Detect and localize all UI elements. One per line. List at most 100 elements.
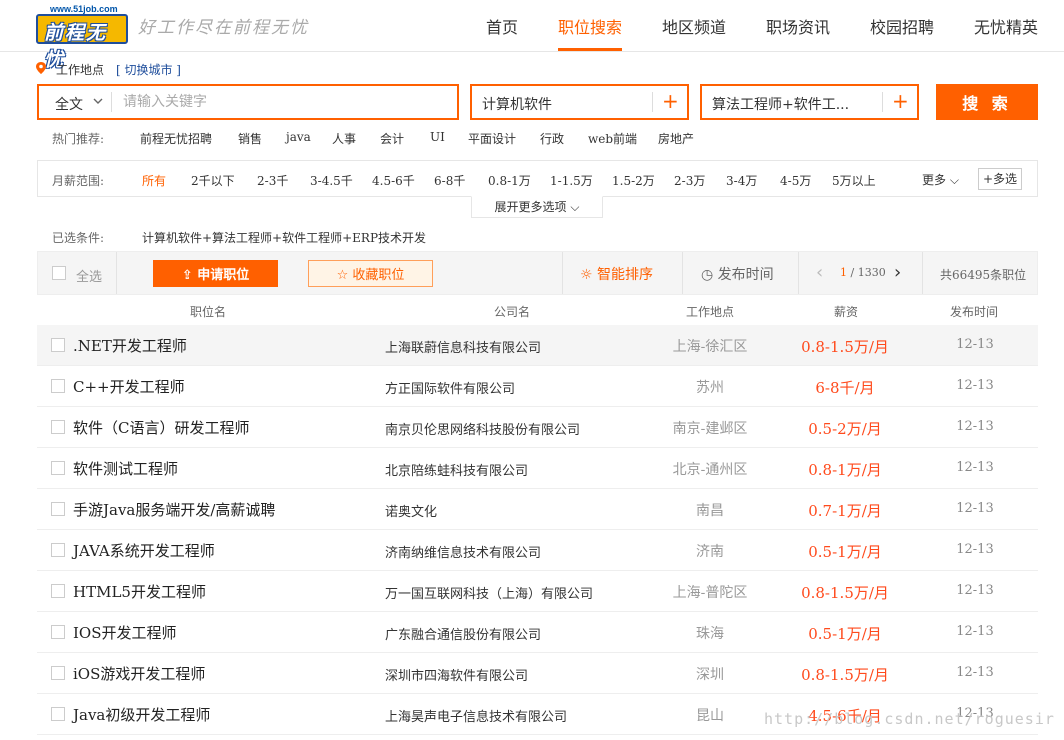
company-link[interactable]: 济南纳维信息技术有限公司 bbox=[385, 542, 541, 561]
job-row[interactable]: iOS游戏开发工程师 深圳市四海软件有限公司 深圳 0.8-1.5万/月 12-… bbox=[37, 653, 1038, 694]
prev-page-icon[interactable]: ‹ bbox=[816, 262, 823, 283]
salary-option[interactable]: 3-4万 bbox=[726, 172, 757, 189]
job-row[interactable]: IOS开发工程师 广东融合通信股份有限公司 珠海 0.5-1万/月 12-13 bbox=[37, 612, 1038, 653]
hot-item[interactable]: 平面设计 bbox=[468, 130, 516, 147]
job-row[interactable]: HTML5开发工程师 万一国互联网科技（上海）有限公司 上海-普陀区 0.8-1… bbox=[37, 571, 1038, 612]
job-row[interactable]: 手游Java服务端开发/高薪诚聘 诺奥文化 南昌 0.7-1万/月 12-13 bbox=[37, 489, 1038, 530]
logo-url-text: www.51job.com bbox=[50, 4, 118, 14]
hot-item[interactable]: 会计 bbox=[380, 130, 404, 147]
hot-item[interactable]: 人事 bbox=[332, 130, 356, 147]
company-link[interactable]: 方正国际软件有限公司 bbox=[385, 378, 515, 397]
row-checkbox[interactable] bbox=[51, 543, 65, 557]
company-link[interactable]: 诺奥文化 bbox=[385, 501, 437, 520]
add-function-plus-icon[interactable]: + bbox=[892, 89, 909, 113]
job-title-link[interactable]: iOS游戏开发工程师 bbox=[73, 663, 205, 684]
row-checkbox[interactable] bbox=[51, 379, 65, 393]
company-link[interactable]: 上海昊声电子信息技术有限公司 bbox=[385, 706, 567, 725]
salary-option[interactable]: 4-5万 bbox=[780, 172, 811, 189]
salary-option[interactable]: 2-3千 bbox=[257, 172, 288, 189]
job-row[interactable]: JAVA系统开发工程师 济南纳维信息技术有限公司 济南 0.5-1万/月 12-… bbox=[37, 530, 1038, 571]
industry-select-box[interactable]: 计算机软件 + bbox=[470, 84, 689, 120]
apply-job-button[interactable]: ⇪ 申请职位 bbox=[153, 260, 278, 287]
add-industry-plus-icon[interactable]: + bbox=[662, 89, 679, 113]
hot-item[interactable]: UI bbox=[430, 130, 445, 144]
row-checkbox[interactable] bbox=[51, 502, 65, 516]
logo-badge: 前程无忧 bbox=[36, 14, 128, 71]
nav-campus[interactable]: 校园招聘 bbox=[870, 14, 934, 38]
select-all-label[interactable]: 全选 bbox=[76, 266, 102, 285]
hot-item[interactable]: 房地产 bbox=[658, 130, 694, 147]
divider bbox=[652, 92, 653, 112]
switch-city-link[interactable]: [ 切换城市 ] bbox=[116, 61, 181, 78]
nav-region[interactable]: 地区频道 bbox=[662, 14, 726, 38]
smart-sort-button[interactable]: ☼ 智能排序 bbox=[580, 264, 653, 284]
job-title-link[interactable]: C++开发工程师 bbox=[73, 376, 185, 397]
salary-option[interactable]: 1-1.5万 bbox=[550, 172, 593, 189]
hot-item[interactable]: 前程无忧招聘 bbox=[140, 130, 212, 147]
row-checkbox[interactable] bbox=[51, 584, 65, 598]
row-checkbox[interactable] bbox=[51, 420, 65, 434]
job-title-link[interactable]: HTML5开发工程师 bbox=[73, 581, 206, 602]
job-row[interactable]: 软件测试工程师 北京陪练蛙科技有限公司 北京-通州区 0.8-1万/月 12-1… bbox=[37, 448, 1038, 489]
job-salary: 6-8千/月 bbox=[815, 379, 875, 397]
company-link[interactable]: 深圳市四海软件有限公司 bbox=[385, 665, 528, 684]
salary-option[interactable]: 3-4.5千 bbox=[310, 172, 353, 189]
job-title-link[interactable]: 软件（C语言）研发工程师 bbox=[73, 417, 249, 438]
job-row[interactable]: C++开发工程师 方正国际软件有限公司 苏州 6-8千/月 12-13 bbox=[37, 366, 1038, 407]
row-checkbox[interactable] bbox=[51, 338, 65, 352]
job-title-link[interactable]: 手游Java服务端开发/高薪诚聘 bbox=[73, 499, 275, 520]
salary-option[interactable]: 4.5-6千 bbox=[372, 172, 415, 189]
salary-option[interactable]: 0.8-1万 bbox=[488, 172, 531, 189]
nav-home[interactable]: 首页 bbox=[486, 14, 518, 38]
nav-career-news[interactable]: 职场资讯 bbox=[766, 14, 830, 38]
hot-item[interactable]: 行政 bbox=[540, 130, 564, 147]
hot-item[interactable]: java bbox=[286, 130, 311, 144]
salary-option[interactable]: 2-3万 bbox=[674, 172, 705, 189]
chevron-down-icon[interactable] bbox=[93, 96, 103, 106]
search-scope-select[interactable]: 全文 bbox=[55, 94, 83, 114]
company-link[interactable]: 万一国互联网科技（上海）有限公司 bbox=[385, 583, 593, 602]
next-page-icon[interactable]: › bbox=[894, 262, 901, 283]
expand-more-options[interactable]: 展开更多选项 ⌵ bbox=[471, 196, 603, 218]
salary-option[interactable]: 5万以上 bbox=[832, 172, 876, 189]
company-link[interactable]: 广东融合通信股份有限公司 bbox=[385, 624, 541, 643]
salary-more-button[interactable]: 更多 ⌵ bbox=[922, 171, 959, 188]
multi-select-button[interactable]: +多选 bbox=[978, 168, 1022, 190]
job-title-link[interactable]: IOS开发工程师 bbox=[73, 622, 177, 643]
job-salary: 0.8-1.5万/月 bbox=[801, 338, 889, 356]
keyword-input[interactable] bbox=[123, 92, 443, 112]
hot-item[interactable]: web前端 bbox=[588, 130, 637, 147]
row-checkbox[interactable] bbox=[51, 625, 65, 639]
site-header: www.51job.com 前程无忧 好工作尽在前程无忧 首页 职位搜索 地区频… bbox=[0, 0, 1064, 71]
job-location: 南京-建邺区 bbox=[672, 421, 748, 437]
job-location: 南昌 bbox=[696, 503, 724, 519]
select-all-checkbox[interactable] bbox=[52, 266, 66, 280]
job-title-link[interactable]: Java初级开发工程师 bbox=[73, 704, 210, 725]
favorite-job-button[interactable]: ☆ 收藏职位 bbox=[308, 260, 433, 287]
salary-option[interactable]: 所有 bbox=[142, 172, 166, 189]
apply-label: 申请职位 bbox=[197, 268, 250, 283]
row-checkbox[interactable] bbox=[51, 461, 65, 475]
job-row[interactable]: 软件（C语言）研发工程师 南京贝伦思网络科技股份有限公司 南京-建邺区 0.5-… bbox=[37, 407, 1038, 448]
salary-option[interactable]: 1.5-2万 bbox=[612, 172, 655, 189]
search-button[interactable]: 搜 索 bbox=[936, 84, 1038, 120]
function-select-box[interactable]: 算法工程师+软件工... + bbox=[700, 84, 919, 120]
row-checkbox[interactable] bbox=[51, 666, 65, 680]
row-checkbox[interactable] bbox=[51, 707, 65, 721]
time-sort-button[interactable]: ◷ 发布时间 bbox=[701, 264, 774, 284]
salary-option[interactable]: 2千以下 bbox=[191, 172, 235, 189]
job-title-link[interactable]: JAVA系统开发工程师 bbox=[73, 540, 215, 561]
salary-option[interactable]: 6-8千 bbox=[434, 172, 465, 189]
company-link[interactable]: 北京陪练蛙科技有限公司 bbox=[385, 460, 528, 479]
job-title-link[interactable]: .NET开发工程师 bbox=[73, 335, 187, 356]
nav-elite[interactable]: 无忧精英 bbox=[974, 14, 1038, 38]
nav-job-search[interactable]: 职位搜索 bbox=[558, 14, 622, 38]
job-row[interactable]: .NET开发工程师 上海联蔚信息科技有限公司 上海-徐汇区 0.8-1.5万/月… bbox=[37, 325, 1038, 366]
company-link[interactable]: 上海联蔚信息科技有限公司 bbox=[385, 337, 541, 356]
site-logo[interactable]: www.51job.com 前程无忧 bbox=[36, 4, 128, 71]
job-location: 昆山 bbox=[696, 708, 724, 724]
company-link[interactable]: 南京贝伦思网络科技股份有限公司 bbox=[385, 419, 580, 438]
job-title-link[interactable]: 软件测试工程师 bbox=[73, 458, 178, 479]
expand-label: 展开更多选项 bbox=[494, 200, 567, 214]
hot-item[interactable]: 销售 bbox=[238, 130, 262, 147]
